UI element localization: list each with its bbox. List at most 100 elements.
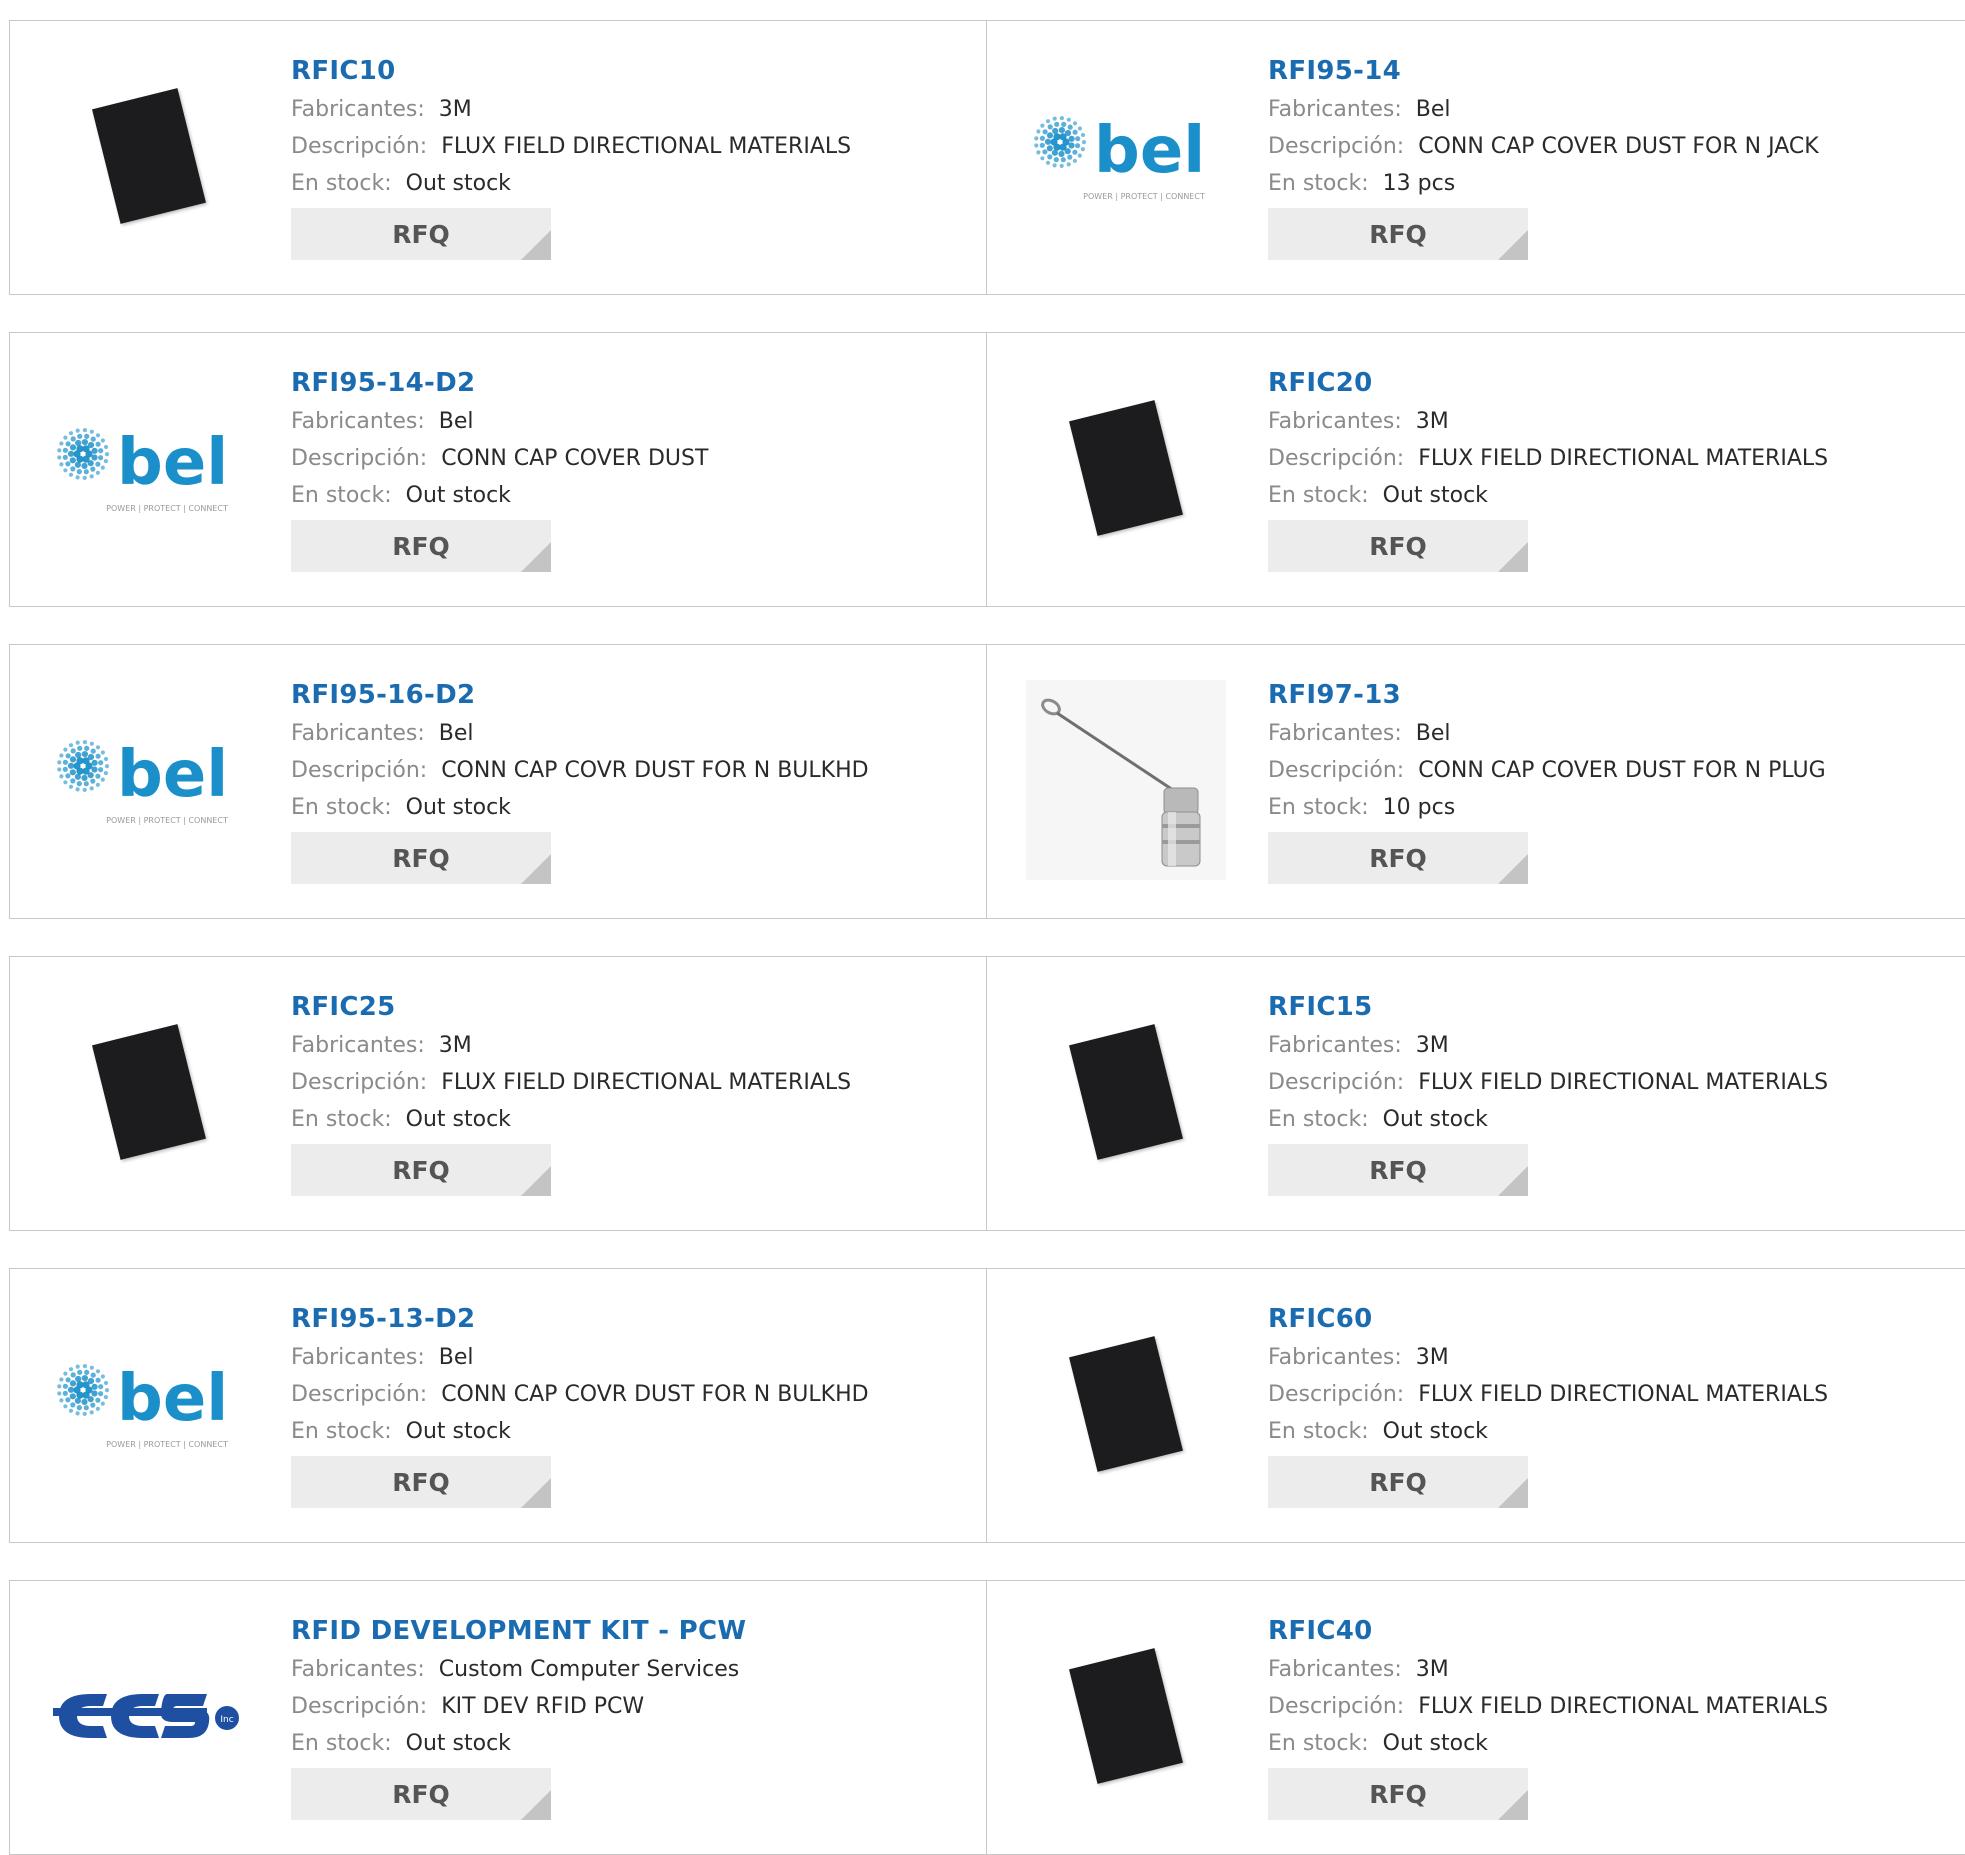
product-image[interactable] (1026, 1616, 1226, 1816)
manufacturer-label: Fabricantes: (1268, 1345, 1402, 1370)
manufacturer-row: Fabricantes: 3M (291, 1027, 967, 1064)
rfq-button[interactable]: RFQ (1268, 832, 1528, 884)
dust-cap-photo-icon (1026, 680, 1226, 880)
product-image[interactable] (49, 56, 249, 256)
part-number-link[interactable]: RFIC40 (1268, 1611, 1373, 1651)
rfq-button[interactable]: RFQ (1268, 1456, 1528, 1508)
part-number-link[interactable]: RFID DEVELOPMENT KIT - PCW (291, 1611, 746, 1651)
rfq-button[interactable]: RFQ (291, 208, 551, 260)
product-image[interactable] (1026, 368, 1226, 568)
stock-value: Out stock (405, 795, 511, 820)
rfq-button[interactable]: RFQ (291, 1144, 551, 1196)
stock-value: Out stock (1382, 483, 1488, 508)
description-value: KIT DEV RFID PCW (441, 1694, 645, 1719)
stock-label: En stock: (291, 1107, 392, 1132)
product-image[interactable]: bel POWER | PROTECT | CONNECT (1026, 56, 1226, 256)
rfq-button[interactable]: RFQ (291, 832, 551, 884)
description-label: Descripción: (291, 1382, 428, 1407)
product-image[interactable] (49, 992, 249, 1192)
product-image[interactable]: bel POWER | PROTECT | CONNECT (49, 368, 249, 568)
rfq-corner-icon (1498, 230, 1528, 260)
part-number-link[interactable]: RFI95-14 (1268, 51, 1401, 91)
description-label: Descripción: (291, 1070, 428, 1095)
rfq-label: RFQ (392, 531, 450, 561)
stock-label: En stock: (291, 1731, 392, 1756)
rfq-label: RFQ (1369, 1155, 1427, 1185)
product-card-rfic60: RFIC60 Fabricantes: 3M Descripción: FLUX F… (986, 1268, 1965, 1543)
manufacturer-label: Fabricantes: (291, 97, 425, 122)
product-info: RFIC40 Fabricantes: 3M Descripción: FLUX F… (1268, 1611, 1947, 1820)
description-row: Descripción: FLUX FIELD DIRECTIONAL MATER… (1268, 1376, 1947, 1413)
product-image[interactable]: bel POWER | PROTECT | CONNECT (49, 1304, 249, 1504)
rfq-corner-icon (1498, 1166, 1528, 1196)
rfq-label: RFQ (1369, 531, 1427, 561)
bel-logo-brand: bel (117, 738, 228, 812)
part-number-link[interactable]: RFIC25 (291, 987, 396, 1027)
bel-logo-brand: bel (117, 1362, 228, 1436)
magnetic-sheet-icon (1069, 1336, 1183, 1472)
rfq-corner-icon (521, 854, 551, 884)
rfq-button[interactable]: RFQ (1268, 208, 1528, 260)
bel-logo-tagline: POWER | PROTECT | CONNECT (106, 1440, 228, 1449)
manufacturer-label: Fabricantes: (291, 1033, 425, 1058)
product-card-rfi95-13-d2: bel POWER | PROTECT | CONNECT RFI95-13-D… (9, 1268, 988, 1543)
bel-logo-icon: bel POWER | PROTECT | CONNECT (57, 738, 228, 825)
product-card-rfi95-14: bel POWER | PROTECT | CONNECT RFI95-14 F… (986, 20, 1965, 295)
description-label: Descripción: (1268, 134, 1405, 159)
bel-logo-tagline: POWER | PROTECT | CONNECT (106, 816, 228, 825)
product-image[interactable]: bel POWER | PROTECT | CONNECT (49, 680, 249, 880)
description-label: Descripción: (1268, 1382, 1405, 1407)
stock-label: En stock: (1268, 1731, 1369, 1756)
part-number-link[interactable]: RFI95-13-D2 (291, 1299, 475, 1339)
product-info: RFI95-14-D2 Fabricantes: Bel Descripción:… (291, 363, 967, 572)
rfq-label: RFQ (392, 219, 450, 249)
rfq-button[interactable]: RFQ (291, 1456, 551, 1508)
manufacturer-value: Bel (1415, 721, 1451, 746)
rfq-label: RFQ (392, 843, 450, 873)
part-number-link[interactable]: RFIC15 (1268, 987, 1373, 1027)
manufacturer-row: Fabricantes: Bel (291, 1339, 967, 1376)
stock-row: En stock: Out stock (291, 1101, 967, 1138)
part-number-link[interactable]: RFI95-14-D2 (291, 363, 475, 403)
ccs-logo-suffix: Inc (220, 1715, 233, 1725)
description-label: Descripción: (291, 134, 428, 159)
part-number-link[interactable]: RFIC10 (291, 51, 396, 91)
manufacturer-value: 3M (1415, 409, 1449, 434)
description-value: FLUX FIELD DIRECTIONAL MATERIALS (1418, 1694, 1829, 1719)
description-value: FLUX FIELD DIRECTIONAL MATERIALS (1418, 446, 1829, 471)
description-label: Descripción: (291, 758, 428, 783)
stock-label: En stock: (1268, 1107, 1369, 1132)
part-number-link[interactable]: RFIC20 (1268, 363, 1373, 403)
rfq-corner-icon (1498, 542, 1528, 572)
manufacturer-row: Fabricantes: Bel (291, 403, 967, 440)
part-number-link[interactable]: RFI97-13 (1268, 675, 1401, 715)
product-info: RFI95-13-D2 Fabricantes: Bel Descripción:… (291, 1299, 967, 1508)
product-info: RFIC15 Fabricantes: 3M Descripción: FLUX F… (1268, 987, 1947, 1196)
stock-row: En stock: Out stock (291, 165, 967, 202)
bel-logo-icon: bel POWER | PROTECT | CONNECT (1034, 114, 1205, 201)
product-info: RFI95-14 Fabricantes: Bel Descripción: CON… (1268, 51, 1947, 260)
product-image[interactable] (1026, 680, 1226, 880)
rfq-button[interactable]: RFQ (291, 1768, 551, 1820)
rfq-button[interactable]: RFQ (1268, 1768, 1528, 1820)
rfq-button[interactable]: RFQ (1268, 1144, 1528, 1196)
product-card-rfi97-13: RFI97-13 Fabricantes: Bel Descripción: CON… (986, 644, 1965, 919)
manufacturer-row: Fabricantes: 3M (1268, 1027, 1947, 1064)
product-image[interactable]: Inc (49, 1616, 249, 1816)
product-card-rfic20: RFIC20 Fabricantes: 3M Descripción: FLUX F… (986, 332, 1965, 607)
stock-value: Out stock (405, 171, 511, 196)
rfq-button[interactable]: RFQ (291, 520, 551, 572)
product-image[interactable] (1026, 1304, 1226, 1504)
part-number-link[interactable]: RFIC60 (1268, 1299, 1373, 1339)
rfq-label: RFQ (1369, 1779, 1427, 1809)
rfq-label: RFQ (1369, 843, 1427, 873)
manufacturer-label: Fabricantes: (291, 1345, 425, 1370)
bel-logo-brand: bel (117, 426, 228, 500)
manufacturer-label: Fabricantes: (1268, 1033, 1402, 1058)
product-image[interactable] (1026, 992, 1226, 1192)
rfq-button[interactable]: RFQ (1268, 520, 1528, 572)
description-value: CONN CAP COVR DUST FOR N BULKHD (441, 1382, 869, 1407)
part-number-link[interactable]: RFI95-16-D2 (291, 675, 475, 715)
stock-value: 13 pcs (1382, 171, 1456, 196)
manufacturer-label: Fabricantes: (1268, 721, 1402, 746)
